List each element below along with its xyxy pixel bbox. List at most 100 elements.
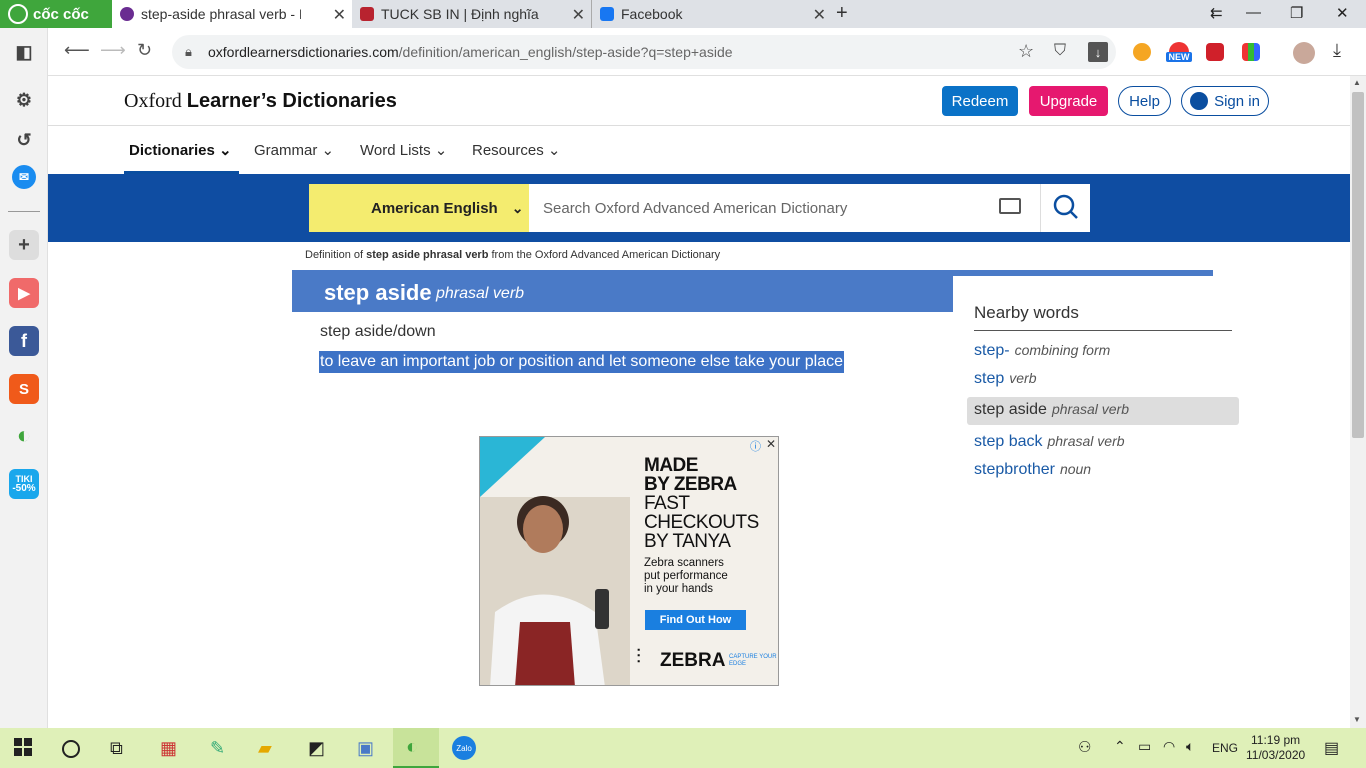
facebook-icon[interactable]: f [9, 326, 39, 356]
add-sidebar-item-icon[interactable]: + [9, 230, 39, 260]
headword: step aside [324, 280, 432, 305]
system-clock[interactable]: 11:19 pm 11/03/2020 [1246, 733, 1305, 763]
ad-sub-line: Zebra scanners [644, 557, 724, 569]
close-tab-icon[interactable]: ✕ [333, 5, 346, 25]
task-view-icon[interactable]: ⧉ [110, 738, 123, 759]
minimize-button[interactable]: — [1246, 4, 1261, 21]
language-label: American English [371, 199, 498, 217]
tab-step-aside[interactable]: step-aside phrasal verb - Defi ✕ [112, 0, 352, 28]
show-hidden-icons[interactable]: ⌃ [1114, 738, 1126, 755]
dictionary-language-select[interactable]: American English ⌄ [309, 184, 529, 232]
nearby-item-selected[interactable]: step aside phrasal verb [974, 401, 1129, 419]
nearby-pos: combining form [1014, 342, 1111, 358]
windows-start-icon[interactable] [14, 738, 32, 761]
search-icon [1053, 194, 1078, 219]
shopee-icon[interactable]: S [9, 374, 39, 404]
battery-icon[interactable]: ▭ [1138, 738, 1151, 755]
help-button[interactable]: Help [1118, 86, 1171, 116]
keyboard-icon[interactable] [999, 198, 1021, 214]
tiki-icon[interactable]: TIKI -50% [9, 469, 39, 499]
sidebar-toggle-icon[interactable]: ◧ [9, 37, 39, 67]
sticky-notes-icon[interactable]: ◩ [308, 738, 325, 759]
menu-resources[interactable]: Resources ⌄ [472, 141, 560, 159]
ad-headline-line: BY ZEBRA [644, 474, 737, 495]
nearby-item[interactable]: stepbrother noun [974, 461, 1091, 479]
download-page-icon[interactable]: ↓ [1088, 42, 1108, 62]
tab-facebook[interactable]: Facebook ✕ [592, 0, 832, 28]
browser-brand[interactable]: cốc cốc [0, 0, 112, 28]
close-tab-icon[interactable]: ✕ [813, 5, 826, 25]
back-button[interactable]: ⟵ [64, 40, 90, 61]
nearby-item[interactable]: step back phrasal verb [974, 433, 1125, 451]
nearby-words-title: Nearby words [974, 303, 1079, 322]
oxford-favicon-icon [120, 7, 134, 21]
downloads-icon[interactable]: ⤓ [1333, 40, 1341, 61]
close-tab-icon[interactable]: ✕ [572, 5, 585, 25]
coccoc-sidebar-icon[interactable]: ◐ [9, 421, 39, 451]
close-window-button[interactable]: ✕ [1336, 4, 1349, 22]
app-icon-2[interactable]: ▣ [357, 738, 374, 759]
menu-label: Grammar [254, 142, 318, 159]
scroll-down-icon[interactable]: ▼ [1353, 715, 1361, 724]
search-cortana-icon[interactable] [62, 740, 80, 758]
menu-dictionaries[interactable]: Dictionaries ⌄ [129, 141, 232, 159]
menu-grammar[interactable]: Grammar ⌄ [254, 141, 334, 159]
scroll-up-icon[interactable]: ▲ [1353, 78, 1361, 87]
cambridge-favicon-icon [360, 7, 374, 21]
volume-icon[interactable]: 🔈︎ [1186, 738, 1194, 755]
part-of-speech: phrasal verb [436, 285, 525, 302]
sign-in-button[interactable]: Sign in [1181, 86, 1269, 116]
search-button[interactable] [1041, 184, 1090, 232]
app-icon-1[interactable]: ▦ [160, 738, 177, 759]
shield-icon[interactable]: ⛉ [1054, 42, 1066, 60]
menu-word-lists[interactable]: Word Lists ⌄ [360, 141, 447, 159]
forward-button[interactable]: ⟶ [100, 40, 126, 61]
paint-icon[interactable]: ✎ [210, 738, 225, 759]
chevron-down-icon: ⌄ [547, 142, 561, 159]
nearby-word: step [974, 370, 1005, 387]
search-input[interactable]: Search Oxford Advanced American Dictiona… [529, 184, 1041, 232]
extension-color-icon[interactable] [1133, 43, 1151, 61]
profile-avatar[interactable] [1293, 42, 1315, 64]
clock-date: 11/03/2020 [1246, 748, 1306, 762]
chevron-down-icon: ⌄ [321, 142, 335, 159]
nearby-item[interactable]: step verb [974, 370, 1036, 388]
new-tab-button[interactable]: + [836, 2, 848, 25]
restore-button[interactable]: ❐ [1290, 4, 1303, 22]
input-language[interactable]: ENG [1212, 741, 1238, 755]
ad-info-icon[interactable]: ⓘ [750, 438, 761, 454]
url-host: oxfordlearnersdictionaries.com [208, 44, 399, 60]
extension-grid-icon[interactable] [1242, 43, 1260, 61]
redeem-button[interactable]: Redeem [942, 86, 1018, 116]
history-icon[interactable]: ↺ [9, 125, 39, 155]
ad-close-icon[interactable]: ✕ [766, 437, 776, 451]
file-explorer-icon[interactable]: ▰ [258, 738, 272, 759]
oxford-logo[interactable]: Oxford Learner’s Dictionaries [124, 90, 397, 113]
tab-search-icon[interactable]: ⇇ [1210, 4, 1223, 22]
people-icon[interactable]: ⚇ [1078, 738, 1091, 756]
ad-headline: MADE BY ZEBRA FAST CHECKOUTS BY TANYA [644, 456, 759, 551]
youtube-icon[interactable]: ▶ [9, 278, 39, 308]
notifications-icon[interactable]: ▤ [1324, 738, 1339, 758]
nearby-item[interactable]: step-combining form [974, 342, 1110, 360]
reload-button[interactable]: ↻ [137, 40, 152, 61]
caption-term: step aside phrasal verb [366, 249, 489, 261]
extension-new-icon[interactable]: NEW [1166, 42, 1192, 64]
messenger-icon[interactable]: ✉ [12, 165, 36, 189]
settings-gear-icon[interactable]: ⚙ [9, 85, 39, 115]
nearby-word: step back [974, 433, 1043, 450]
menu-label: Word Lists [360, 142, 431, 159]
zalo-icon[interactable]: Zalo [452, 736, 476, 760]
extension-red-icon[interactable] [1206, 43, 1224, 61]
wifi-icon[interactable]: ◠ [1163, 738, 1175, 755]
ad-cta-button[interactable]: Find Out How [645, 610, 746, 630]
chevron-down-icon: ⌄ [434, 142, 448, 159]
bookmark-star-icon[interactable]: ☆ [1018, 41, 1034, 62]
scrollbar-thumb[interactable] [1352, 92, 1364, 438]
coccoc-taskbar-button[interactable]: ◐ [393, 728, 439, 768]
logo-main: Learner’s Dictionaries [186, 90, 397, 112]
header-divider [48, 125, 1350, 126]
address-bar[interactable]: 🔒︎ oxfordlearnersdictionaries.com/defini… [172, 35, 1116, 69]
tab-tuck-sb-in[interactable]: TUCK SB IN | Định nghĩa tron ✕ [352, 0, 592, 28]
upgrade-button[interactable]: Upgrade [1029, 86, 1108, 116]
